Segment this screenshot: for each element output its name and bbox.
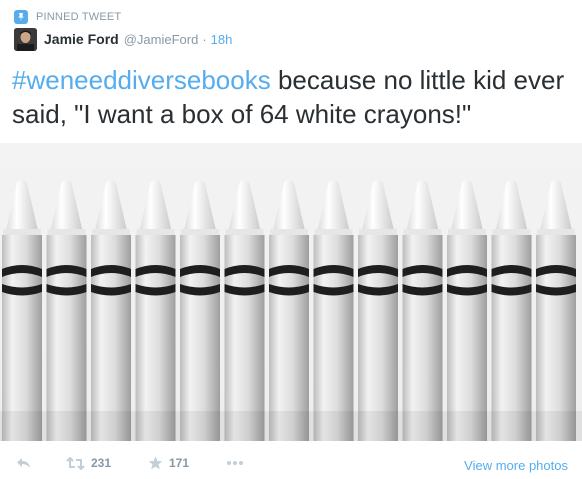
retweet-count: 231 bbox=[91, 456, 112, 470]
author-handle[interactable]: @JamieFord bbox=[124, 32, 199, 47]
author-name[interactable]: Jamie Ford bbox=[44, 31, 119, 47]
crayon bbox=[313, 179, 354, 441]
separator-dot: · bbox=[202, 31, 207, 47]
tweet-photo[interactable] bbox=[0, 143, 582, 441]
crayon bbox=[91, 179, 131, 441]
crayon bbox=[402, 179, 443, 441]
favorite-count: 171 bbox=[169, 456, 190, 470]
retweet-icon bbox=[66, 456, 85, 470]
reply-icon bbox=[17, 458, 30, 468]
ellipsis-icon bbox=[227, 461, 243, 465]
reply-button[interactable] bbox=[16, 456, 32, 470]
favorite-button[interactable]: 171 bbox=[148, 456, 189, 470]
crayon bbox=[358, 179, 398, 441]
crayon bbox=[46, 179, 87, 441]
tweet-timestamp[interactable]: 18h bbox=[211, 32, 233, 47]
crayon bbox=[447, 179, 487, 441]
crayon bbox=[2, 179, 42, 441]
hashtag-link[interactable]: #weneeddiversebooks bbox=[12, 65, 271, 95]
tweet-text: #weneeddiversebooks because no little ki… bbox=[12, 63, 578, 131]
white-crayons-image bbox=[0, 179, 582, 441]
pin-icon bbox=[14, 10, 28, 24]
tweet-header: Jamie Ford @JamieFord · 18h bbox=[14, 27, 232, 51]
pinned-tweet-label: PINNED TWEET bbox=[14, 9, 121, 25]
crayon bbox=[269, 179, 309, 441]
avatar[interactable] bbox=[14, 27, 37, 51]
crayon bbox=[135, 179, 176, 441]
crayon bbox=[491, 179, 532, 441]
crayon bbox=[536, 179, 576, 441]
crayon bbox=[180, 179, 220, 441]
pinned-label-text: PINNED TWEET bbox=[36, 11, 122, 23]
star-icon bbox=[148, 456, 163, 470]
crayon bbox=[224, 179, 265, 441]
more-options-button[interactable] bbox=[226, 460, 244, 466]
view-more-photos-link[interactable]: View more photos bbox=[464, 458, 568, 473]
retweet-button[interactable]: 231 bbox=[66, 456, 111, 470]
